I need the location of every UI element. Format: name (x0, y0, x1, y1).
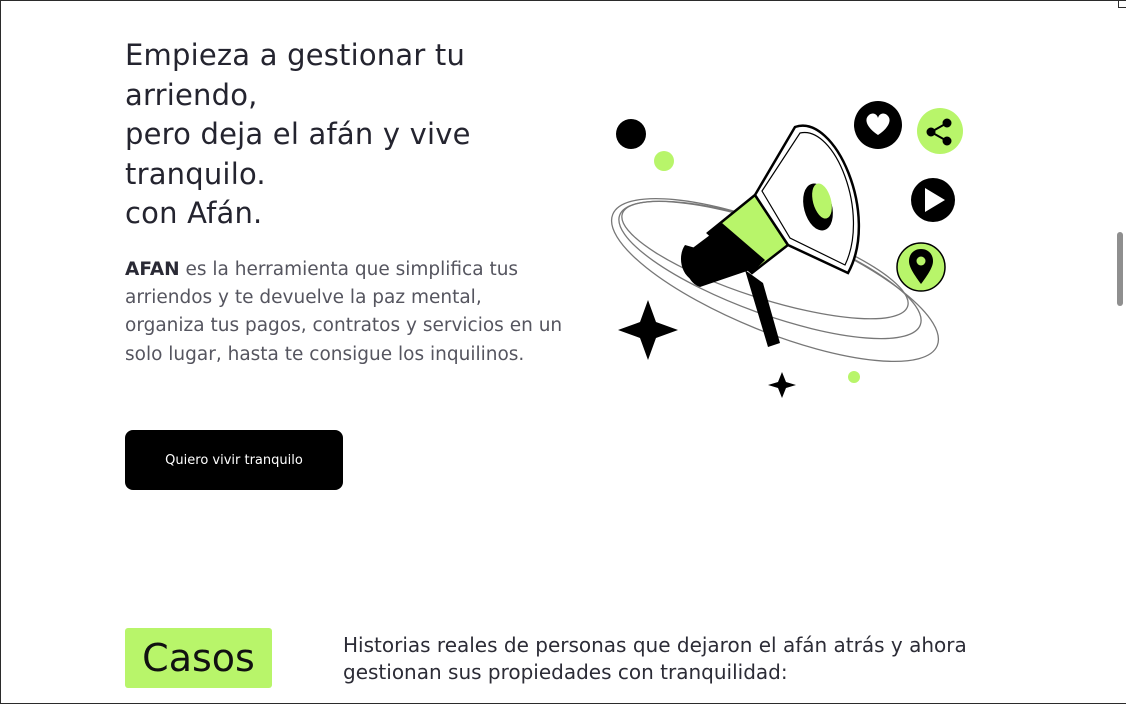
hero-title-line: arriendo, (125, 77, 258, 112)
sparkle-icon (618, 300, 678, 360)
hero-title-line: Empieza a gestionar tu (125, 38, 466, 72)
hero-title: Empieza a gestionar tu arriendo, pero de… (125, 36, 555, 234)
location-pin-icon (896, 242, 946, 292)
sparkle-icon-small (768, 372, 796, 398)
cta-button[interactable]: Quiero vivir tranquilo (125, 430, 343, 490)
hero-title-line: con Afán. (125, 196, 263, 230)
megaphone-icon (680, 124, 860, 347)
hero-description: AFAN es la herramienta que simplifica tu… (125, 256, 565, 369)
brand-name: AFAN (125, 259, 180, 280)
casos-description: Historias reales de personas que dejaron… (343, 633, 967, 684)
scrollbar[interactable] (1117, 232, 1123, 306)
hero-title-line: tranquilo. (125, 156, 266, 191)
hero-title-line: pero deja el afán y vive (125, 117, 471, 151)
hero-description-text: es la herramienta que simplifica tus arr… (125, 259, 563, 365)
heart-icon (854, 101, 902, 149)
dot-green-small (654, 151, 674, 171)
dot-black (616, 119, 646, 149)
play-icon (911, 178, 955, 222)
dot-green-tiny (848, 371, 860, 383)
share-icon (917, 108, 963, 154)
megaphone-illustration (610, 101, 963, 398)
casos-badge: Casos (125, 628, 272, 688)
corner-mark (1118, 0, 1126, 8)
